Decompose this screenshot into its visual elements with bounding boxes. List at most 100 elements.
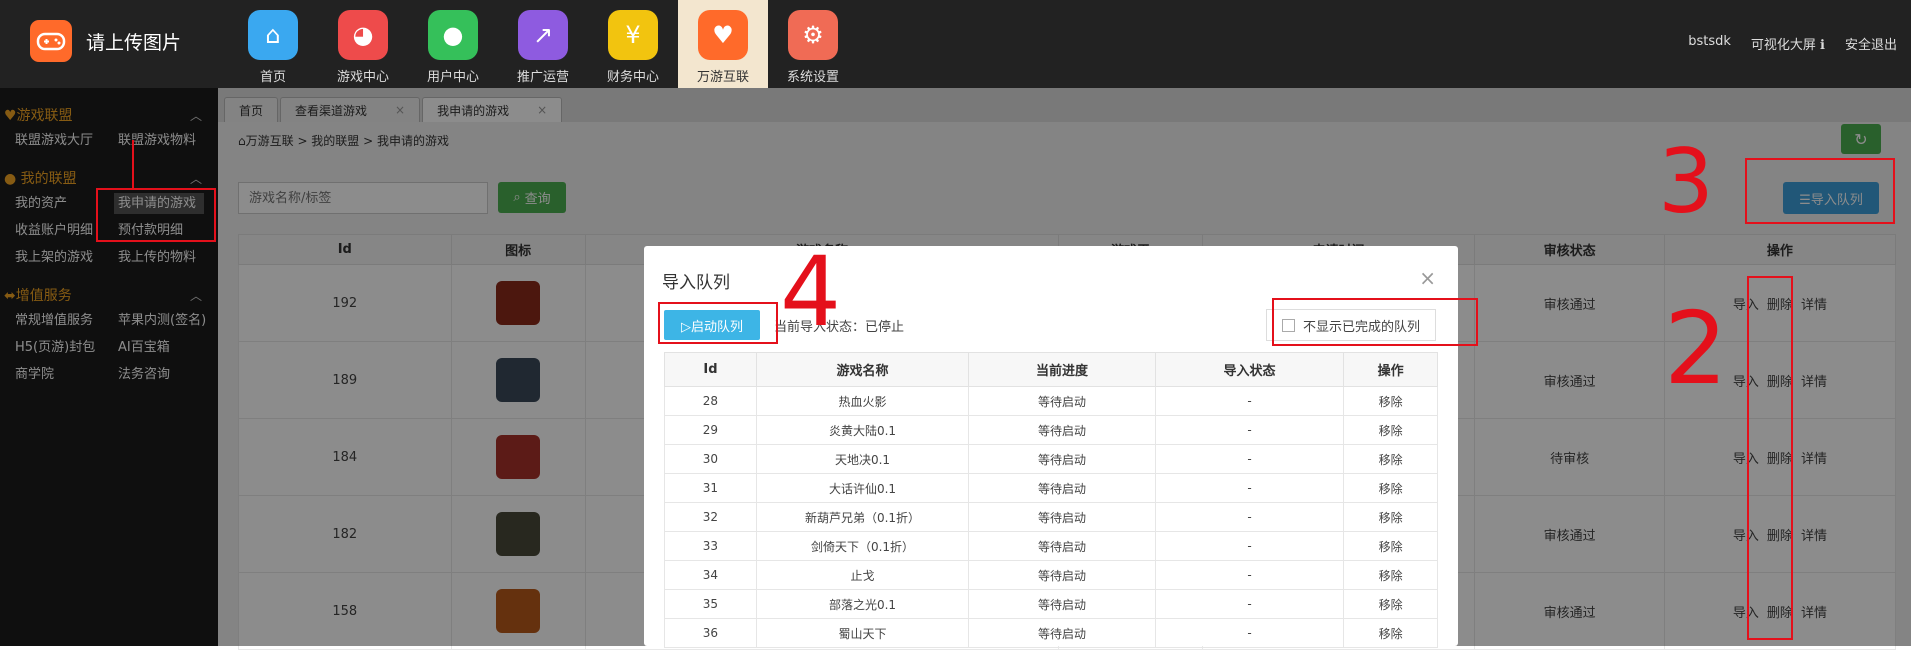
queue-state: - xyxy=(1154,618,1345,648)
queue-column-header: Id xyxy=(664,352,757,387)
nav-item-5[interactable]: ♥ 万游互联 xyxy=(678,0,768,88)
queue-progress: 等待启动 xyxy=(968,531,1156,561)
remove-link[interactable]: 移除 xyxy=(1343,560,1438,590)
queue-game-name: 止戈 xyxy=(755,560,970,590)
queue-id: 31 xyxy=(664,473,757,503)
logout-link[interactable]: 安全退出 xyxy=(1845,34,1897,53)
annotation-box-ops xyxy=(1747,276,1793,640)
queue-game-name: 热血火影 xyxy=(755,386,970,416)
queue-state: - xyxy=(1154,589,1345,619)
nav-label: 游戏中心 xyxy=(336,70,389,85)
queue-progress: 等待启动 xyxy=(968,589,1156,619)
queue-state: - xyxy=(1154,531,1345,561)
gear-icon: ⚙ xyxy=(788,10,838,60)
queue-table: Id 游戏名称 当前进度 导入状态 操作 28 热血火影 等待启动 - 移除 29 炎黄… xyxy=(664,352,1438,648)
queue-progress: 等待启动 xyxy=(968,618,1156,648)
heart-icon: ♥ xyxy=(698,10,748,60)
nav-label: 系统设置 xyxy=(786,70,839,85)
nav-item-1[interactable]: ◕ 游戏中心 xyxy=(318,0,408,88)
annotation-box-start xyxy=(658,302,778,344)
queue-state: - xyxy=(1154,502,1345,532)
app-title: 请上传图片 xyxy=(86,31,182,54)
nav-item-6[interactable]: ⚙ 系统设置 xyxy=(768,0,858,88)
queue-row: 34 止戈 等待启动 - 移除 xyxy=(664,560,1438,590)
queue-id: 32 xyxy=(664,502,757,532)
remove-link[interactable]: 移除 xyxy=(1343,415,1438,445)
queue-column-header: 游戏名称 xyxy=(755,352,970,387)
queue-progress: 等待启动 xyxy=(968,444,1156,474)
queue-state: - xyxy=(1154,444,1345,474)
queue-game-name: 炎黄大陆0.1 xyxy=(755,415,970,445)
queue-game-name: 大话许仙0.1 xyxy=(755,473,970,503)
remove-link[interactable]: 移除 xyxy=(1343,618,1438,648)
queue-progress: 等待启动 xyxy=(968,415,1156,445)
queue-row: 30 天地决0.1 等待启动 - 移除 xyxy=(664,444,1438,474)
username-link[interactable]: bstsdk xyxy=(1688,34,1731,53)
queue-game-name: 部落之光0.1 xyxy=(755,589,970,619)
queue-row: 32 新葫芦兄弟（0.1折） 等待启动 - 移除 xyxy=(664,502,1438,532)
game-icon: ◕ xyxy=(338,10,388,60)
annotation-box-hide xyxy=(1272,298,1478,346)
annotation-number-3: 3 xyxy=(1658,130,1714,233)
nav-item-3[interactable]: ↗ 推广运营 xyxy=(498,0,588,88)
queue-row: 31 大话许仙0.1 等待启动 - 移除 xyxy=(664,473,1438,503)
queue-id: 30 xyxy=(664,444,757,474)
main-nav: ⌂ 首页 ◕ 游戏中心 ● 用户中心 ↗ 推广运营 ¥ 财务中心 ♥ 万游互联 ⚙ 系统设置 xyxy=(228,0,858,88)
chart-icon: ↗ xyxy=(518,10,568,60)
queue-id: 29 xyxy=(664,415,757,445)
gamepad-icon xyxy=(30,20,72,62)
queue-state: - xyxy=(1154,473,1345,503)
annotation-number-4: 4 xyxy=(780,236,842,348)
annotation-box-import xyxy=(1745,158,1895,224)
nav-label: 财务中心 xyxy=(606,70,659,85)
queue-progress: 等待启动 xyxy=(968,473,1156,503)
queue-progress: 等待启动 xyxy=(968,502,1156,532)
nav-label: 万游互联 xyxy=(696,70,749,85)
remove-link[interactable]: 移除 xyxy=(1343,502,1438,532)
queue-column-header: 当前进度 xyxy=(968,352,1156,387)
annotation-line xyxy=(132,140,134,188)
nav-item-2[interactable]: ● 用户中心 xyxy=(408,0,498,88)
queue-progress: 等待启动 xyxy=(968,386,1156,416)
queue-row: 33 剑倚天下（0.1折） 等待启动 - 移除 xyxy=(664,531,1438,561)
nav-item-4[interactable]: ¥ 财务中心 xyxy=(588,0,678,88)
nav-label: 用户中心 xyxy=(426,70,479,85)
queue-column-header: 操作 xyxy=(1343,352,1438,387)
queue-state: - xyxy=(1154,560,1345,590)
remove-link[interactable]: 移除 xyxy=(1343,473,1438,503)
queue-row: 29 炎黄大陆0.1 等待启动 - 移除 xyxy=(664,415,1438,445)
queue-game-name: 新葫芦兄弟（0.1折） xyxy=(755,502,970,532)
queue-game-name: 蜀山天下 xyxy=(755,618,970,648)
app-logo[interactable]: 请上传图片 xyxy=(30,20,181,62)
top-bar: 请上传图片 ⌂ 首页 ◕ 游戏中心 ● 用户中心 ↗ 推广运营 ¥ 财务中心 ♥ 万游互联 ⚙ 系统设置 … xyxy=(0,0,1911,88)
annotation-box-sidebar xyxy=(96,188,216,242)
nav-label: 首页 xyxy=(259,70,286,85)
queue-id: 34 xyxy=(664,560,757,590)
queue-state: - xyxy=(1154,386,1345,416)
queue-id: 28 xyxy=(664,386,757,416)
queue-header-row: Id 游戏名称 当前进度 导入状态 操作 xyxy=(664,352,1438,387)
remove-link[interactable]: 移除 xyxy=(1343,589,1438,619)
big-screen-link[interactable]: 可视化大屏 ℹ xyxy=(1751,34,1825,53)
queue-progress: 等待启动 xyxy=(968,560,1156,590)
nav-item-0[interactable]: ⌂ 首页 xyxy=(228,0,318,88)
home-icon: ⌂ xyxy=(248,10,298,60)
queue-id: 33 xyxy=(664,531,757,561)
queue-row: 35 部落之光0.1 等待启动 - 移除 xyxy=(664,589,1438,619)
top-right-links: bstsdk 可视化大屏 ℹ 安全退出 xyxy=(1688,34,1897,53)
close-icon[interactable]: × xyxy=(1419,266,1436,290)
remove-link[interactable]: 移除 xyxy=(1343,444,1438,474)
money-icon: ¥ xyxy=(608,10,658,60)
annotation-number-2: 2 xyxy=(1664,290,1728,407)
remove-link[interactable]: 移除 xyxy=(1343,531,1438,561)
queue-game-name: 剑倚天下（0.1折） xyxy=(755,531,970,561)
remove-link[interactable]: 移除 xyxy=(1343,386,1438,416)
queue-id: 35 xyxy=(664,589,757,619)
modal-title: 导入队列 xyxy=(662,273,730,293)
queue-game-name: 天地决0.1 xyxy=(755,444,970,474)
queue-id: 36 xyxy=(664,618,757,648)
queue-column-header: 导入状态 xyxy=(1154,352,1345,387)
queue-row: 28 热血火影 等待启动 - 移除 xyxy=(664,386,1438,416)
user-icon: ● xyxy=(428,10,478,60)
queue-row: 36 蜀山天下 等待启动 - 移除 xyxy=(664,618,1438,648)
